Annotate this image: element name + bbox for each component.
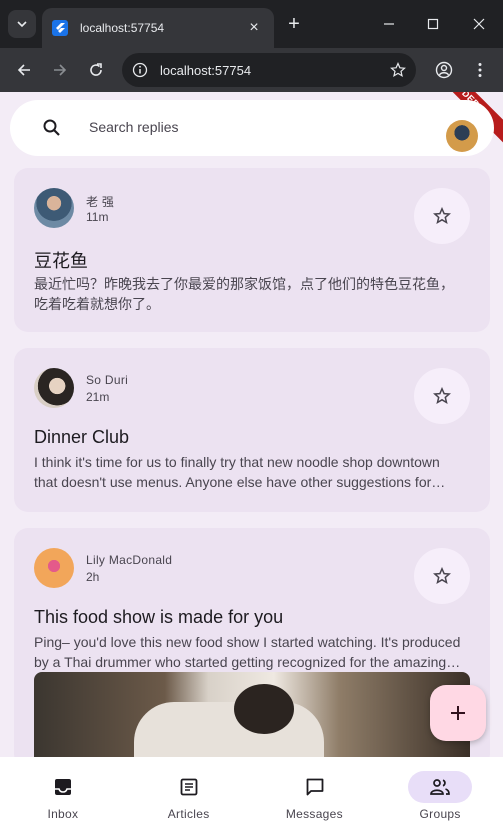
search-input[interactable]: Search replies [89, 119, 179, 135]
nav-indicator [157, 771, 221, 803]
compose-button[interactable] [430, 685, 486, 741]
reload-button[interactable] [82, 56, 110, 84]
email-card[interactable]: 老 强 11m 豆花鱼 最近忙吗？昨晚我去了你最爱的那家饭馆，点了他们的特色豆花… [14, 168, 490, 332]
chat-icon [306, 778, 323, 796]
nav-indicator [408, 771, 473, 803]
group-icon [430, 779, 451, 795]
user-avatar[interactable] [446, 120, 478, 152]
nav-item-groups[interactable]: Groups [377, 757, 503, 838]
reload-icon [90, 63, 102, 76]
more-vert-icon [478, 63, 482, 77]
arrow-right-icon [54, 64, 67, 76]
forward-button[interactable] [46, 56, 74, 84]
tab-close-icon[interactable]: × [244, 19, 264, 37]
sender-name: So Duri [86, 373, 129, 387]
browser-toolbar: localhost:57754 [0, 48, 503, 92]
close-window-button[interactable] [467, 12, 491, 36]
email-subject: This food show is made for you [34, 607, 284, 627]
sender-name: 老 强 [86, 195, 115, 209]
sender-avatar [34, 368, 74, 408]
inbox-icon [55, 779, 71, 795]
email-preview: I think it's time for us to finally try … [34, 454, 440, 490]
nav-item-articles[interactable]: Articles [126, 757, 252, 838]
nav-item-inbox[interactable]: Inbox [0, 757, 126, 838]
email-subject: 豆花鱼 [34, 251, 88, 271]
tab-search-button[interactable] [8, 10, 36, 38]
bookmark-star-icon[interactable] [390, 62, 406, 78]
browser-menu-button[interactable] [466, 56, 494, 84]
star-button[interactable] [414, 368, 470, 424]
nav-label: Inbox [47, 807, 79, 821]
account-circle-icon [435, 61, 453, 79]
nav-label: Messages [285, 807, 343, 821]
minimize-icon [384, 23, 394, 25]
email-attachment-image[interactable] [34, 672, 470, 768]
tab-title: localhost:57754 [80, 21, 165, 35]
search-icon [43, 119, 60, 136]
url-text: localhost:57754 [160, 62, 252, 78]
email-preview: Ping– you'd love this new food show I st… [34, 634, 461, 670]
address-bar[interactable]: localhost:57754 [122, 53, 416, 87]
email-card[interactable]: Lily MacDonald 2h This food show is made… [14, 528, 490, 768]
star-outline-icon [433, 207, 451, 225]
back-button[interactable] [10, 56, 38, 84]
star-button[interactable] [414, 548, 470, 604]
sender-avatar [34, 548, 74, 588]
browser-tabbar: localhost:57754 × + [0, 0, 503, 48]
email-time: 11m [86, 210, 109, 224]
star-outline-icon [433, 567, 451, 585]
profile-button[interactable] [430, 56, 458, 84]
nav-indicator [283, 771, 347, 803]
maximize-icon [427, 18, 439, 30]
maximize-button[interactable] [421, 12, 445, 36]
star-outline-icon [433, 387, 451, 405]
arrow-left-icon [17, 64, 30, 76]
search-bar[interactable]: Search replies [10, 100, 494, 156]
add-icon [451, 706, 465, 720]
email-time: 21m [86, 390, 110, 404]
nav-label: Groups [419, 807, 461, 821]
star-button[interactable] [414, 188, 470, 244]
email-time: 2h [86, 570, 100, 584]
close-icon [473, 18, 485, 30]
sender-avatar [34, 188, 74, 228]
site-info-icon[interactable] [132, 62, 148, 78]
new-tab-button[interactable]: + [284, 10, 304, 38]
flutter-favicon-icon [52, 20, 68, 36]
bottom-navigation: Inbox Articles Messages Groups [0, 757, 503, 838]
sender-name: Lily MacDonald [86, 553, 173, 567]
nav-label: Articles [167, 807, 210, 821]
nav-item-messages[interactable]: Messages [252, 757, 378, 838]
email-card[interactable]: So Duri 21m Dinner Club I think it's tim… [14, 348, 490, 512]
article-icon [180, 778, 198, 796]
minimize-button[interactable] [377, 12, 401, 36]
browser-tab[interactable]: localhost:57754 × [42, 8, 274, 48]
app-viewport: DEBUG Search replies 老 强 11m 豆花鱼 最近忙吗？昨晚… [0, 92, 503, 838]
chevron-down-icon [17, 21, 27, 28]
email-subject: Dinner Club [34, 427, 130, 447]
nav-indicator [31, 771, 95, 803]
email-preview: 最近忙吗？昨晚我去了你最爱的那家饭馆，点了他们的特色豆花鱼，吃着吃着就想你了。 [34, 276, 454, 312]
